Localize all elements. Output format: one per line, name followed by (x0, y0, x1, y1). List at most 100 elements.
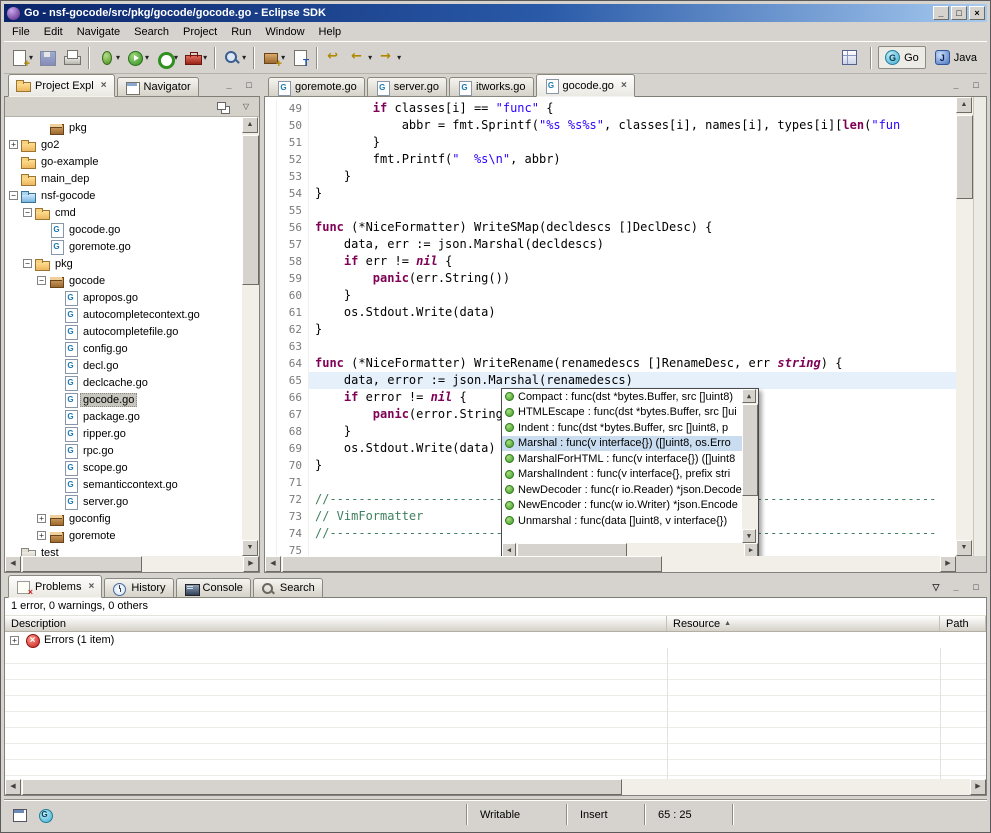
tree-item[interactable]: +goremote (5, 527, 242, 544)
last-edit-location-button[interactable] (322, 45, 346, 70)
tab-itworks-go[interactable]: itworks.go (449, 77, 534, 97)
tree-item[interactable]: pkg (5, 119, 242, 136)
collapse-icon[interactable]: − (23, 208, 32, 217)
view-menu-button[interactable]: ▽ (927, 579, 945, 595)
tree-item[interactable]: −pkg (5, 255, 242, 272)
collapse-icon[interactable]: − (9, 191, 18, 200)
scroll-track[interactable] (956, 113, 973, 540)
code-line[interactable]: 49 if classes[i] == "func" { (265, 100, 956, 117)
column-header-path[interactable]: Path (940, 616, 986, 631)
tree-item[interactable]: server.go (5, 493, 242, 510)
explorer-vertical-scrollbar[interactable]: ▲ ▼ (242, 117, 259, 556)
code-line[interactable]: 59 panic(err.String()) (265, 270, 956, 287)
autocomplete-item[interactable]: Marshal : func(v interface{}) ([]uint8, … (502, 436, 742, 452)
scroll-left-button[interactable]: ◀ (265, 556, 281, 572)
maximize-view-button[interactable]: □ (967, 579, 985, 595)
search-button[interactable]: ▾ (220, 45, 249, 70)
open-type-button[interactable] (288, 45, 312, 70)
tab-server-go[interactable]: server.go (367, 77, 447, 97)
dropdown-arrow-icon[interactable]: ▾ (145, 53, 149, 62)
tree-item[interactable]: goremote.go (5, 238, 242, 255)
scroll-thumb[interactable] (22, 556, 142, 572)
tree-item[interactable]: decl.go (5, 357, 242, 374)
scroll-down-button[interactable]: ▼ (956, 540, 972, 556)
tab-problems[interactable]: Problems× (8, 575, 102, 598)
autocomplete-item[interactable]: MarshalIndent : func(v interface{}, pref… (502, 467, 742, 483)
perspective-go-button[interactable]: Go (878, 46, 926, 69)
tree-item[interactable]: declcache.go (5, 374, 242, 391)
scroll-left-button[interactable]: ◀ (5, 556, 21, 572)
code-line[interactable]: 56func (*NiceFormatter) WriteSMap(declde… (265, 219, 956, 236)
menu-help[interactable]: Help (312, 24, 349, 40)
editor-vertical-scrollbar[interactable]: ▲ ▼ (956, 97, 973, 556)
tab-search[interactable]: Search (253, 578, 323, 598)
scroll-right-button[interactable]: ▶ (940, 556, 956, 572)
code-line[interactable]: 62} (265, 321, 956, 338)
scroll-right-button[interactable]: ▶ (970, 779, 986, 795)
minimize-view-button[interactable]: _ (220, 77, 238, 93)
view-menu-button[interactable]: ▽ (236, 98, 256, 115)
scroll-thumb[interactable] (282, 556, 662, 572)
dropdown-arrow-icon[interactable]: ▾ (368, 53, 372, 62)
save-button[interactable] (36, 45, 60, 70)
tree-item[interactable]: test (5, 544, 242, 556)
code-line[interactable]: 58 if err != nil { (265, 253, 956, 270)
scroll-track[interactable] (21, 556, 243, 572)
code-line[interactable]: 60 } (265, 287, 956, 304)
autocomplete-item[interactable]: Unmarshal : func(data []uint8, v interfa… (502, 513, 742, 529)
go-status-button[interactable] (34, 805, 56, 825)
tree-item[interactable]: scope.go (5, 459, 242, 476)
minimize-editor-button[interactable]: _ (947, 77, 965, 93)
scroll-thumb[interactable] (242, 135, 259, 285)
scroll-track[interactable] (21, 779, 970, 795)
tree-item[interactable]: −nsf-gocode (5, 187, 242, 204)
code-line[interactable]: 51 } (265, 134, 956, 151)
tab-history[interactable]: History (104, 578, 173, 598)
column-header-description[interactable]: Description (5, 616, 667, 631)
open-perspective-button[interactable] (835, 46, 864, 69)
tree-item[interactable]: autocompletecontext.go (5, 306, 242, 323)
tab-goremote-go[interactable]: goremote.go (268, 77, 365, 97)
scroll-left-button[interactable]: ◀ (5, 779, 21, 795)
minimize-button[interactable]: _ (933, 6, 949, 20)
maximize-editor-button[interactable]: □ (967, 77, 985, 93)
scroll-left-button[interactable]: ◀ (502, 543, 516, 556)
external-tools-button[interactable]: ▾ (181, 45, 210, 70)
scroll-thumb[interactable] (956, 115, 973, 199)
scroll-up-button[interactable]: ▲ (956, 97, 972, 113)
tree-item[interactable]: go-example (5, 153, 242, 170)
minimize-view-button[interactable]: _ (947, 579, 965, 595)
dropdown-arrow-icon[interactable]: ▾ (242, 53, 246, 62)
autocomplete-item[interactable]: NewEncoder : func(w io.Writer) *json.Enc… (502, 498, 742, 514)
code-line[interactable]: 52 fmt.Printf(" %s\n", abbr) (265, 151, 956, 168)
scroll-track[interactable] (281, 556, 940, 572)
back-button[interactable]: ▾ (346, 45, 375, 70)
scroll-track[interactable] (516, 543, 744, 556)
code-line[interactable]: 65 data, error := json.Marshal(renamedes… (265, 372, 956, 389)
code-line[interactable]: 64func (*NiceFormatter) WriteRename(rena… (265, 355, 956, 372)
maximize-view-button[interactable]: □ (240, 77, 258, 93)
autocomplete-item[interactable]: Indent : func(dst *bytes.Buffer, src []u… (502, 420, 742, 436)
problems-row-errors[interactable]: + Errors (1 item) (5, 632, 986, 648)
code-line[interactable]: 57 data, err := json.Marshal(decldescs) (265, 236, 956, 253)
run-last-launched-button[interactable]: ▾ (152, 45, 181, 70)
tree-item[interactable]: package.go (5, 408, 242, 425)
tree-item[interactable]: −gocode (5, 272, 242, 289)
scroll-thumb[interactable] (517, 543, 627, 556)
tree-item[interactable]: main_dep (5, 170, 242, 187)
menu-run[interactable]: Run (224, 24, 258, 40)
scroll-thumb[interactable] (742, 404, 758, 496)
scroll-down-button[interactable]: ▼ (742, 529, 756, 543)
collapse-icon[interactable]: − (37, 276, 46, 285)
code-line[interactable]: 55 (265, 202, 956, 219)
code-line[interactable]: 53 } (265, 168, 956, 185)
tab-console[interactable]: Console (176, 578, 251, 598)
tree-item[interactable]: apropos.go (5, 289, 242, 306)
expand-icon[interactable]: + (10, 636, 19, 645)
scroll-up-button[interactable]: ▲ (242, 117, 258, 133)
dropdown-arrow-icon[interactable]: ▾ (203, 53, 207, 62)
perspective-java-button[interactable]: Java (928, 46, 984, 69)
menu-project[interactable]: Project (176, 24, 224, 40)
run-button[interactable]: ▾ (123, 45, 152, 70)
print-button[interactable] (60, 45, 84, 70)
